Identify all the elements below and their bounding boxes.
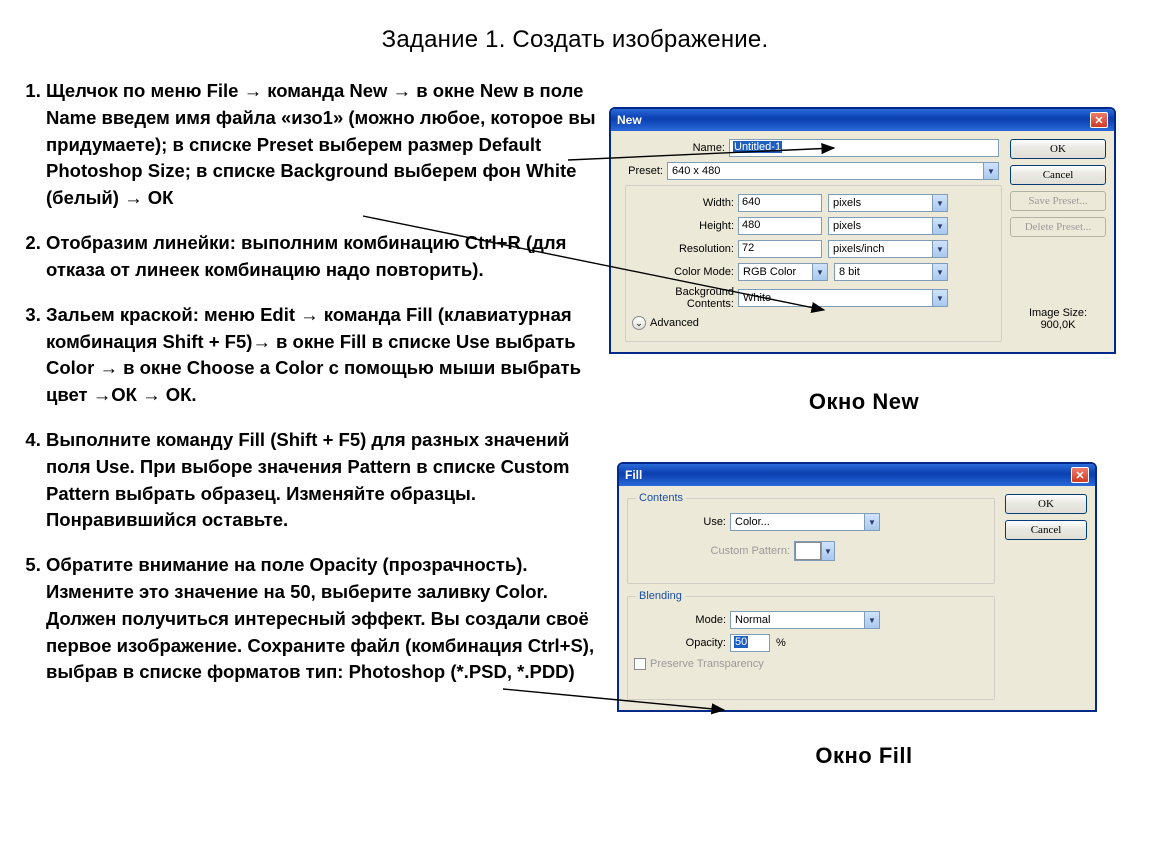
name-input[interactable]: Untitled-1 [729, 139, 999, 157]
colormode-label: Color Mode: [632, 266, 738, 278]
cancel-button[interactable]: Cancel [1005, 520, 1087, 540]
chevron-down-icon: ▼ [821, 542, 834, 560]
cancel-button[interactable]: Cancel [1010, 165, 1106, 185]
step-text: Зальем краской: меню Edit → команда Fill… [46, 304, 581, 405]
preserve-transparency-label: Preserve Transparency [650, 658, 764, 670]
chevron-down-icon: ▼ [932, 264, 947, 280]
chevron-down-icon: ▼ [812, 264, 827, 280]
new-dialog-titlebar[interactable]: New ✕ [611, 109, 1114, 131]
resolution-label: Resolution: [632, 243, 738, 255]
step-item: Отобразим линейки: выполним комбинацию C… [46, 230, 598, 284]
fill-dialog: Fill ✕ Contents Use: Color...▼ C [618, 463, 1096, 711]
chevron-down-icon: ▼ [864, 514, 879, 530]
step-text: Щелчок по меню File → команда New → в ок… [46, 80, 596, 208]
preserve-transparency-checkbox [634, 658, 646, 670]
blending-group-label: Blending [636, 590, 685, 602]
step-text: Отобразим линейки: выполним комбинацию C… [46, 232, 566, 280]
opacity-label: Opacity: [634, 637, 730, 649]
preset-select[interactable]: 640 x 480▼ [667, 162, 999, 180]
steps-list: Щелчок по меню File → команда New → в ок… [8, 78, 598, 686]
colormode-select[interactable]: RGB Color▼ [738, 263, 828, 281]
step-item: Выполните команду Fill (Shift + F5) для … [46, 427, 598, 534]
delete-preset-button: Delete Preset... [1010, 217, 1106, 237]
chevron-down-icon: ▼ [864, 612, 879, 628]
chevron-down-icon: ▼ [932, 218, 947, 234]
step-text: Выполните команду Fill (Shift + F5) для … [46, 429, 569, 530]
use-label: Use: [634, 516, 730, 528]
new-dialog-caption: Окно New [610, 389, 1118, 415]
advanced-label: Advanced [650, 317, 699, 329]
name-label: Name: [619, 142, 729, 154]
width-unit-select[interactable]: pixels▼ [828, 194, 948, 212]
close-icon[interactable]: ✕ [1071, 467, 1089, 483]
chevron-down-icon: ▼ [983, 163, 998, 179]
preset-label: Preset: [619, 165, 667, 177]
height-input[interactable]: 480 [738, 217, 822, 235]
colordepth-select[interactable]: 8 bit▼ [834, 263, 948, 281]
chevron-down-icon: ▼ [932, 290, 947, 306]
resolution-input[interactable]: 72 [738, 240, 822, 258]
instructions-column: Щелчок по меню File → команда New → в ок… [8, 78, 598, 704]
use-select[interactable]: Color...▼ [730, 513, 880, 531]
image-size-label: Image Size: [1010, 307, 1106, 319]
save-preset-button[interactable]: Save Preset... [1010, 191, 1106, 211]
resolution-unit-select[interactable]: pixels/inch▼ [828, 240, 948, 258]
new-dialog: New ✕ Name: Untitled-1 Preset: 640 x 480… [610, 108, 1115, 353]
step-item: Щелчок по меню File → команда New → в ок… [46, 78, 598, 212]
fill-dialog-title: Fill [625, 468, 642, 482]
step-text: Обратите внимание на поле Opacity (прозр… [46, 554, 594, 682]
image-size-value: 900,0K [1010, 319, 1106, 331]
dialogs-column: New ✕ Name: Untitled-1 Preset: 640 x 480… [610, 108, 1118, 769]
opacity-suffix: % [770, 637, 786, 649]
ok-button[interactable]: OK [1005, 494, 1087, 514]
page-title: Задание 1. Создать изображение. [0, 26, 1150, 54]
fill-dialog-caption: Окно Fill [610, 743, 1118, 769]
height-label: Height: [632, 220, 738, 232]
custom-pattern-swatch: ▼ [794, 541, 835, 561]
chevron-down-icon: ▼ [932, 195, 947, 211]
expand-icon[interactable]: ⌄ [632, 316, 646, 330]
width-input[interactable]: 640 [738, 194, 822, 212]
height-unit-select[interactable]: pixels▼ [828, 217, 948, 235]
mode-select[interactable]: Normal▼ [730, 611, 880, 629]
width-label: Width: [632, 197, 738, 209]
custom-pattern-label: Custom Pattern: [634, 545, 794, 557]
chevron-down-icon: ▼ [932, 241, 947, 257]
step-item: Зальем краской: меню Edit → команда Fill… [46, 302, 598, 409]
step-item: Обратите внимание на поле Opacity (прозр… [46, 552, 598, 686]
bgcontents-label: Background Contents: [632, 286, 738, 310]
bgcontents-select[interactable]: White▼ [738, 289, 948, 307]
fill-dialog-titlebar[interactable]: Fill ✕ [619, 464, 1095, 486]
mode-label: Mode: [634, 614, 730, 626]
opacity-input[interactable]: 50 [730, 634, 770, 652]
close-icon[interactable]: ✕ [1090, 112, 1108, 128]
contents-group-label: Contents [636, 492, 686, 504]
ok-button[interactable]: OK [1010, 139, 1106, 159]
new-dialog-title: New [617, 113, 642, 127]
